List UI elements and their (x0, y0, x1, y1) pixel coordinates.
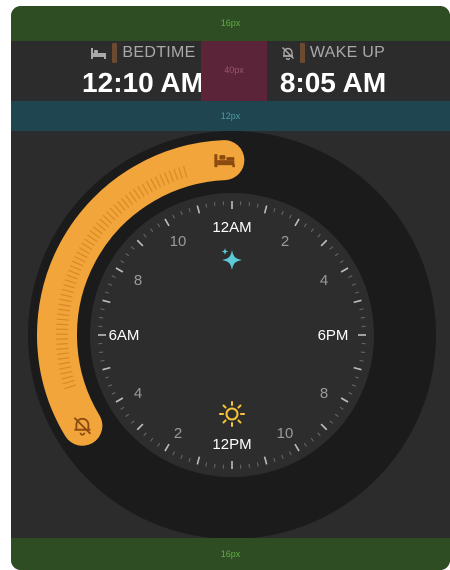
sleep-dial: 12AM 6AM 6PM 12PM 2 4 8 10 2 4 8 10 (28, 131, 436, 539)
dial-label-12am: 12AM (212, 219, 251, 236)
dial-hour-number: 2 (174, 425, 182, 442)
dial-hour-number: 8 (134, 272, 142, 289)
dial-label-6pm: 6PM (318, 327, 349, 344)
dial-hour-number: 8 (320, 385, 328, 402)
dial-label-6am: 6AM (109, 327, 140, 344)
dial-tick (248, 463, 250, 468)
dial-tick (214, 463, 216, 468)
sleep-schedule-card: 16px BEDTIME 12:10 AM 40px WAKE UP 8:05 … (11, 6, 450, 570)
dial-hour-number: 10 (277, 425, 294, 442)
dial-tick (360, 317, 365, 319)
dial-hour-number: 2 (281, 233, 289, 250)
dial-tick (99, 351, 104, 353)
dial-hour-number: 4 (320, 272, 328, 289)
bottom-padding-indicator: 16px (11, 538, 450, 570)
dial-label-12pm: 12PM (212, 436, 251, 453)
dial-tick (99, 317, 104, 319)
dial-tick (248, 202, 250, 207)
arc-tick (56, 342, 69, 345)
dial-hour-number: 10 (170, 233, 187, 250)
dial-tick (214, 202, 216, 207)
dial-hour-number: 4 (134, 385, 142, 402)
arc-tick (56, 323, 69, 326)
dial-tick (360, 351, 365, 353)
